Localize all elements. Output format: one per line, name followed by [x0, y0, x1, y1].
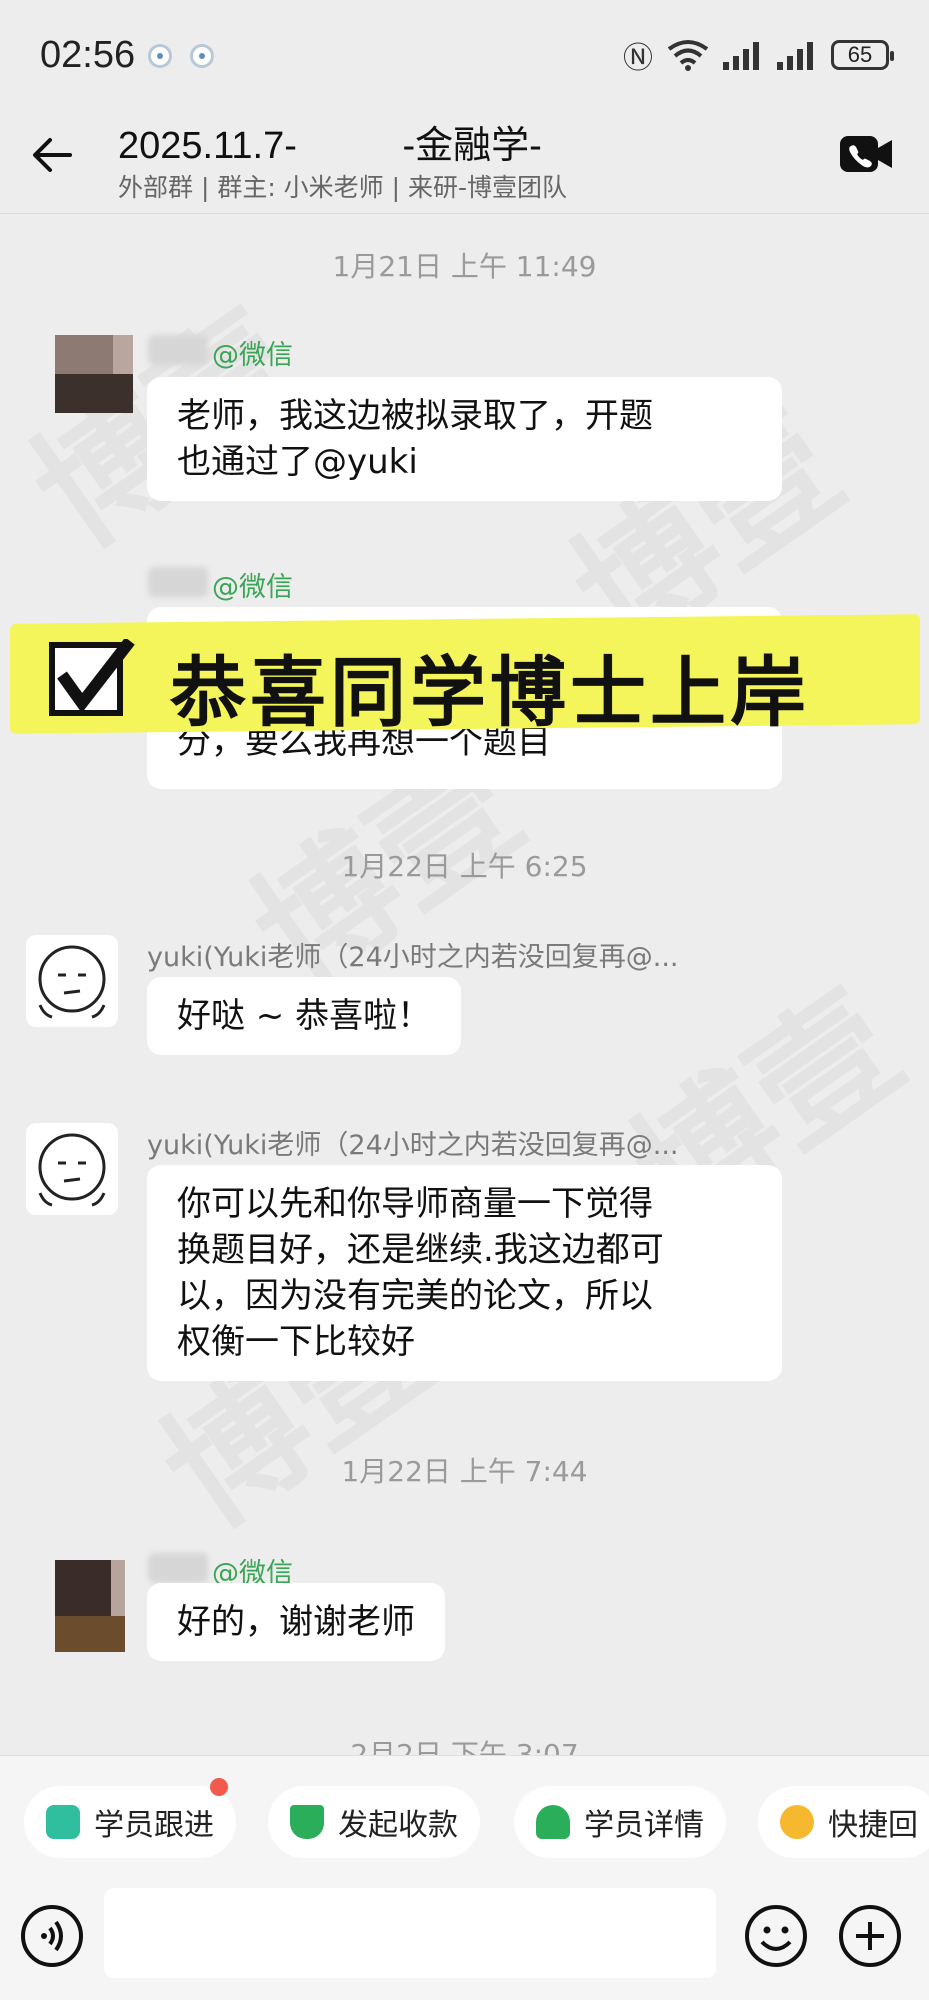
- battery-indicator: 65: [831, 40, 894, 70]
- video-call-icon[interactable]: [839, 134, 893, 174]
- follow-up-icon: [46, 1805, 80, 1839]
- payment-button[interactable]: 发起收款: [268, 1786, 480, 1858]
- payment-icon: [290, 1805, 324, 1839]
- message-bubble[interactable]: 好的，谢谢老师: [147, 1583, 445, 1661]
- message-bubble[interactable]: 好哒 ~ 恭喜啦！: [147, 977, 462, 1055]
- message-input[interactable]: [104, 1888, 716, 1978]
- sender-name: @微信: [212, 572, 293, 603]
- status-time: 02:56: [40, 34, 136, 76]
- sender-name-blurred: [148, 567, 208, 597]
- back-arrow-icon[interactable]: [30, 132, 76, 178]
- chip-label: 学员跟进: [94, 1808, 214, 1843]
- emoji-icon[interactable]: [744, 1904, 808, 1968]
- chip-label: 发起收款: [338, 1808, 458, 1843]
- avatar[interactable]: [55, 1560, 125, 1652]
- message-text: 权衡一下比较好: [177, 1322, 415, 1362]
- banner-text: 恭喜同学博士上岸: [170, 648, 810, 737]
- wifi-icon: [667, 39, 709, 71]
- message-text: 好的，谢谢老师: [177, 1602, 415, 1642]
- student-detail-icon: [536, 1805, 570, 1839]
- chat-header: 2025.11.7- -金融学- 外部群 | 群主: 小米老师 | 来研-博壹团…: [0, 110, 929, 214]
- group-title[interactable]: 2025.11.7- -金融学-: [118, 114, 542, 169]
- message-timestamp: 1月22日 上午 6:25: [341, 850, 588, 883]
- quick-reply-button[interactable]: 快捷回: [758, 1786, 929, 1858]
- student-detail-button[interactable]: 学员详情: [514, 1786, 726, 1858]
- checkbox-icon: [49, 639, 135, 716]
- notification-icon: [190, 44, 214, 68]
- signal-icon: [723, 40, 763, 70]
- chip-label: 学员详情: [584, 1808, 704, 1843]
- message-timestamp: 1月21日 上午 11:49: [332, 250, 597, 283]
- congrats-banner: 恭喜同学博士上岸: [0, 611, 929, 743]
- message-bubble[interactable]: 老师，我这边被拟录取了，开题 也通过了@yuki: [147, 377, 782, 501]
- sender-name: @微信: [212, 340, 293, 371]
- quick-reply-icon: [780, 1805, 814, 1839]
- message-timestamp: 1月22日 上午 7:44: [341, 1455, 588, 1488]
- sender-name-blurred: [148, 1553, 208, 1583]
- sender-name-blurred: [148, 335, 208, 365]
- bottom-toolbar: 学员跟进 发起收款 学员详情 快捷回: [0, 1755, 929, 2000]
- message-text: 老师，我这边被拟录取了，开题: [177, 396, 653, 436]
- notification-badge: [210, 1778, 228, 1796]
- avatar[interactable]: [55, 335, 133, 413]
- voice-input-icon[interactable]: [20, 1904, 84, 1968]
- message-text: 你可以先和你导师商量一下觉得: [177, 1184, 653, 1224]
- status-bar: 02:56 Ⓝ 65: [0, 0, 929, 110]
- avatar[interactable]: [26, 935, 118, 1027]
- message-bubble[interactable]: 你可以先和你导师商量一下觉得 换题目好，还是继续.我这边都可 以，因为没有完美的…: [147, 1165, 782, 1381]
- sender-name: yuki(Yuki老师（24小时之内若没回复再@...: [147, 1130, 679, 1161]
- nfc-icon: Ⓝ: [623, 41, 653, 76]
- message-text: 也通过了@yuki: [177, 442, 418, 482]
- message-text: 好哒 ~ 恭喜啦！: [177, 996, 432, 1036]
- message-timestamp: 2月2日 下午 3:07: [350, 1738, 579, 1755]
- plus-icon[interactable]: [838, 1904, 902, 1968]
- group-subtitle: 外部群 | 群主: 小米老师 | 来研-博壹团队: [118, 173, 568, 202]
- sender-name: yuki(Yuki老师（24小时之内若没回复再@...: [147, 942, 679, 973]
- chip-label: 快捷回: [828, 1808, 918, 1843]
- notification-icon: [148, 44, 172, 68]
- message-text: 换题目好，还是继续.我这边都可: [177, 1230, 664, 1270]
- chat-area[interactable]: 1月21日 上午 11:49 @微信 老师，我这边被拟录取了，开题 也通过了@y…: [0, 215, 929, 1755]
- follow-up-button[interactable]: 学员跟进: [24, 1778, 236, 1858]
- message-text: 以，因为没有完美的论文，所以: [177, 1276, 653, 1316]
- signal-icon: [777, 40, 817, 70]
- avatar[interactable]: [26, 1123, 118, 1215]
